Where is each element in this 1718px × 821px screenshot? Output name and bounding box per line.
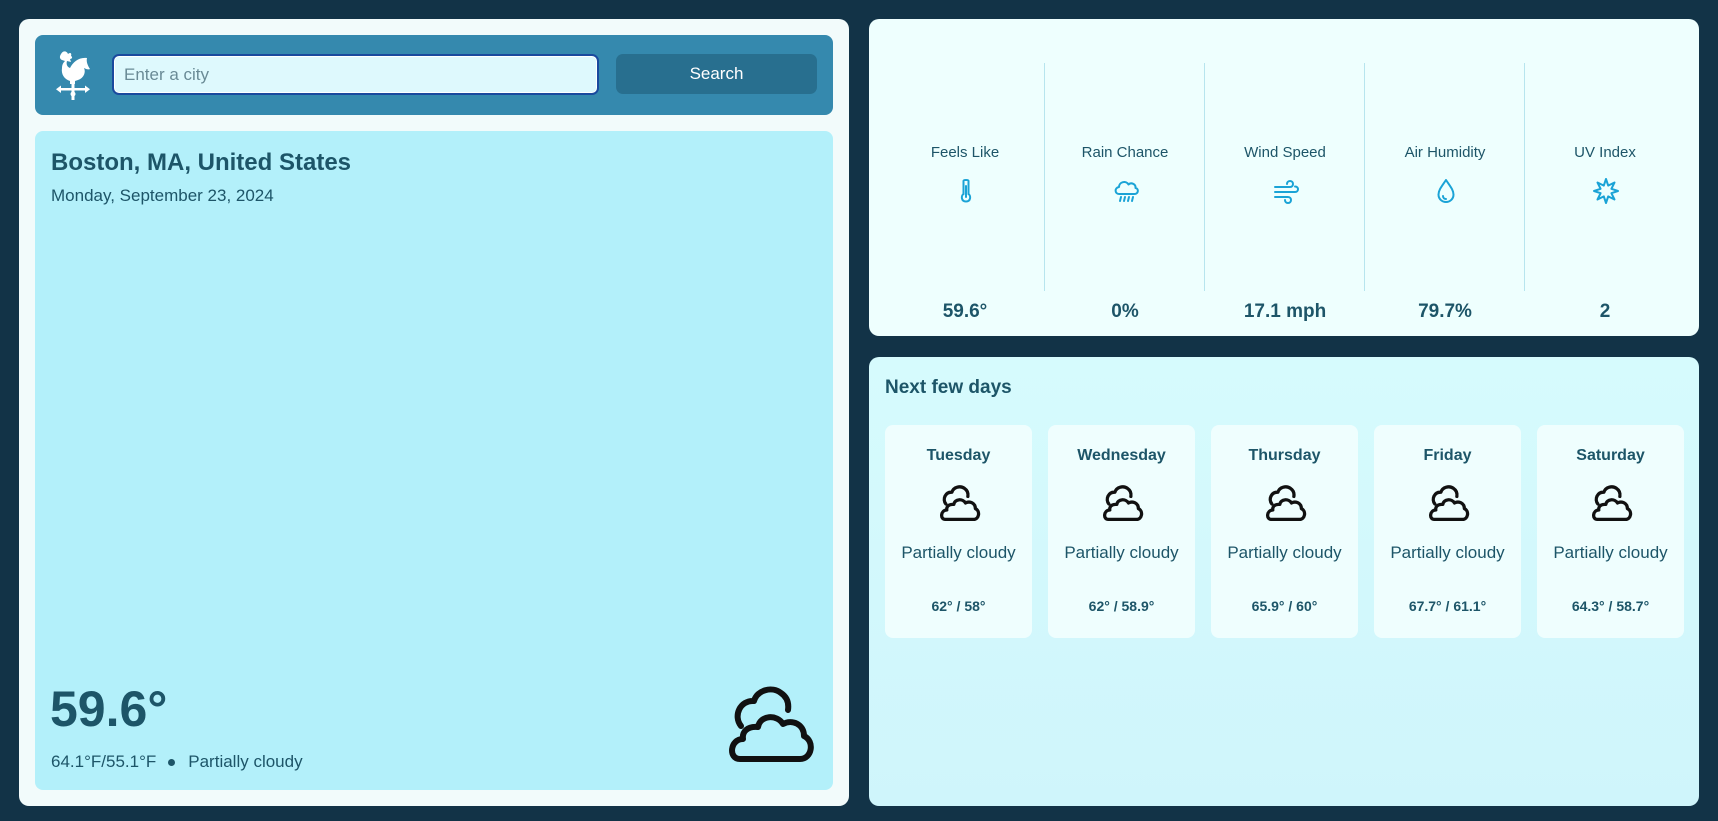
- droplet-icon: [1437, 179, 1455, 203]
- forecast-day-card: Tuesday Partially cloudy 62° / 58°: [885, 425, 1032, 638]
- forecast-day-card: Friday Partially cloudy 67.7° / 61.1°: [1374, 425, 1521, 638]
- forecast-condition: Partially cloudy: [1553, 543, 1668, 562]
- sun-icon: [1593, 178, 1619, 204]
- current-condition: Partially cloudy: [188, 752, 303, 771]
- partly-cloudy-icon: [1592, 485, 1633, 522]
- forecast-temps: 62° / 58.9°: [1088, 598, 1155, 614]
- stat-label: Wind Speed: [1244, 144, 1326, 161]
- forecast-day-name: Tuesday: [926, 447, 991, 464]
- partly-cloudy-icon: [940, 485, 981, 522]
- stat-value: 0%: [1111, 301, 1139, 322]
- search-bar: Search: [35, 35, 833, 115]
- forecast-panel: Next few days Tuesday Partially cloudy 6…: [869, 357, 1699, 806]
- forecast-day-card: Saturday Partially cloudy 64.3° / 58.7°: [1537, 425, 1684, 638]
- stat-value: 79.7%: [1418, 301, 1472, 322]
- forecast-temps: 62° / 58°: [931, 598, 986, 614]
- current-temperature: 59.6°: [50, 681, 168, 737]
- forecast-condition: Partially cloudy: [1390, 543, 1505, 562]
- stat-label: Rain Chance: [1081, 144, 1169, 161]
- stat-value: 17.1 mph: [1243, 301, 1327, 322]
- forecast-day-card: Wednesday Partially cloudy 62° / 58.9°: [1048, 425, 1195, 638]
- rain-cloud-icon: [1114, 181, 1139, 202]
- forecast-day-card: Thursday Partially cloudy 65.9° / 60°: [1211, 425, 1358, 638]
- partly-cloudy-icon: [1429, 485, 1470, 522]
- partly-cloudy-icon: [729, 686, 814, 762]
- stat-label: Air Humidity: [1404, 144, 1486, 161]
- stat-label: UV Index: [1574, 144, 1636, 161]
- separator-dot: [168, 758, 176, 766]
- wind-icon: [1274, 179, 1299, 205]
- forecast-day-name: Friday: [1423, 447, 1472, 464]
- city-search-input[interactable]: [112, 54, 599, 95]
- stat-value: 59.6°: [942, 301, 988, 322]
- thermometer-icon: [960, 178, 972, 203]
- stat-rain-chance: Rain Chance 0%: [1045, 63, 1205, 322]
- current-date: Monday, September 23, 2024: [51, 186, 274, 205]
- stat-uv-index: UV Index 2: [1525, 63, 1685, 322]
- forecast-day-name: Saturday: [1576, 447, 1645, 464]
- weather-stats-panel: Feels Like 59.6° Rain Chance 0% Wind Spe…: [869, 19, 1699, 336]
- stat-label: Feels Like: [930, 144, 1000, 161]
- stat-value: 2: [1599, 301, 1611, 322]
- stat-feels-like: Feels Like 59.6°: [885, 63, 1045, 322]
- current-weather-panel: Search Boston, MA, United States Monday,…: [19, 19, 849, 806]
- current-conditions-card: Boston, MA, United States Monday, Septem…: [35, 131, 833, 790]
- current-summary-row: 64.1°F/55.1°F Partially cloudy: [51, 752, 303, 772]
- forecast-day-name: Thursday: [1248, 447, 1321, 464]
- search-button[interactable]: Search: [616, 54, 817, 94]
- partly-cloudy-icon: [1266, 485, 1307, 522]
- forecast-condition: Partially cloudy: [1064, 543, 1179, 562]
- forecast-condition: Partially cloudy: [901, 543, 1016, 562]
- stat-wind-speed: Wind Speed 17.1 mph: [1205, 63, 1365, 322]
- partly-cloudy-icon: [1103, 485, 1144, 522]
- forecast-condition: Partially cloudy: [1227, 543, 1342, 562]
- forecast-title: Next few days: [885, 377, 1012, 398]
- forecast-temps: 65.9° / 60°: [1251, 598, 1318, 614]
- forecast-temps: 67.7° / 61.1°: [1408, 598, 1487, 614]
- forecast-day-name: Wednesday: [1077, 447, 1166, 464]
- location-title: Boston, MA, United States: [51, 149, 352, 176]
- forecast-temps: 64.3° / 58.7°: [1571, 598, 1650, 614]
- weather-vane-rooster-icon: [56, 51, 90, 100]
- hi-lo-temperature: 64.1°F/55.1°F: [51, 752, 157, 771]
- stat-air-humidity: Air Humidity 79.7%: [1365, 63, 1525, 322]
